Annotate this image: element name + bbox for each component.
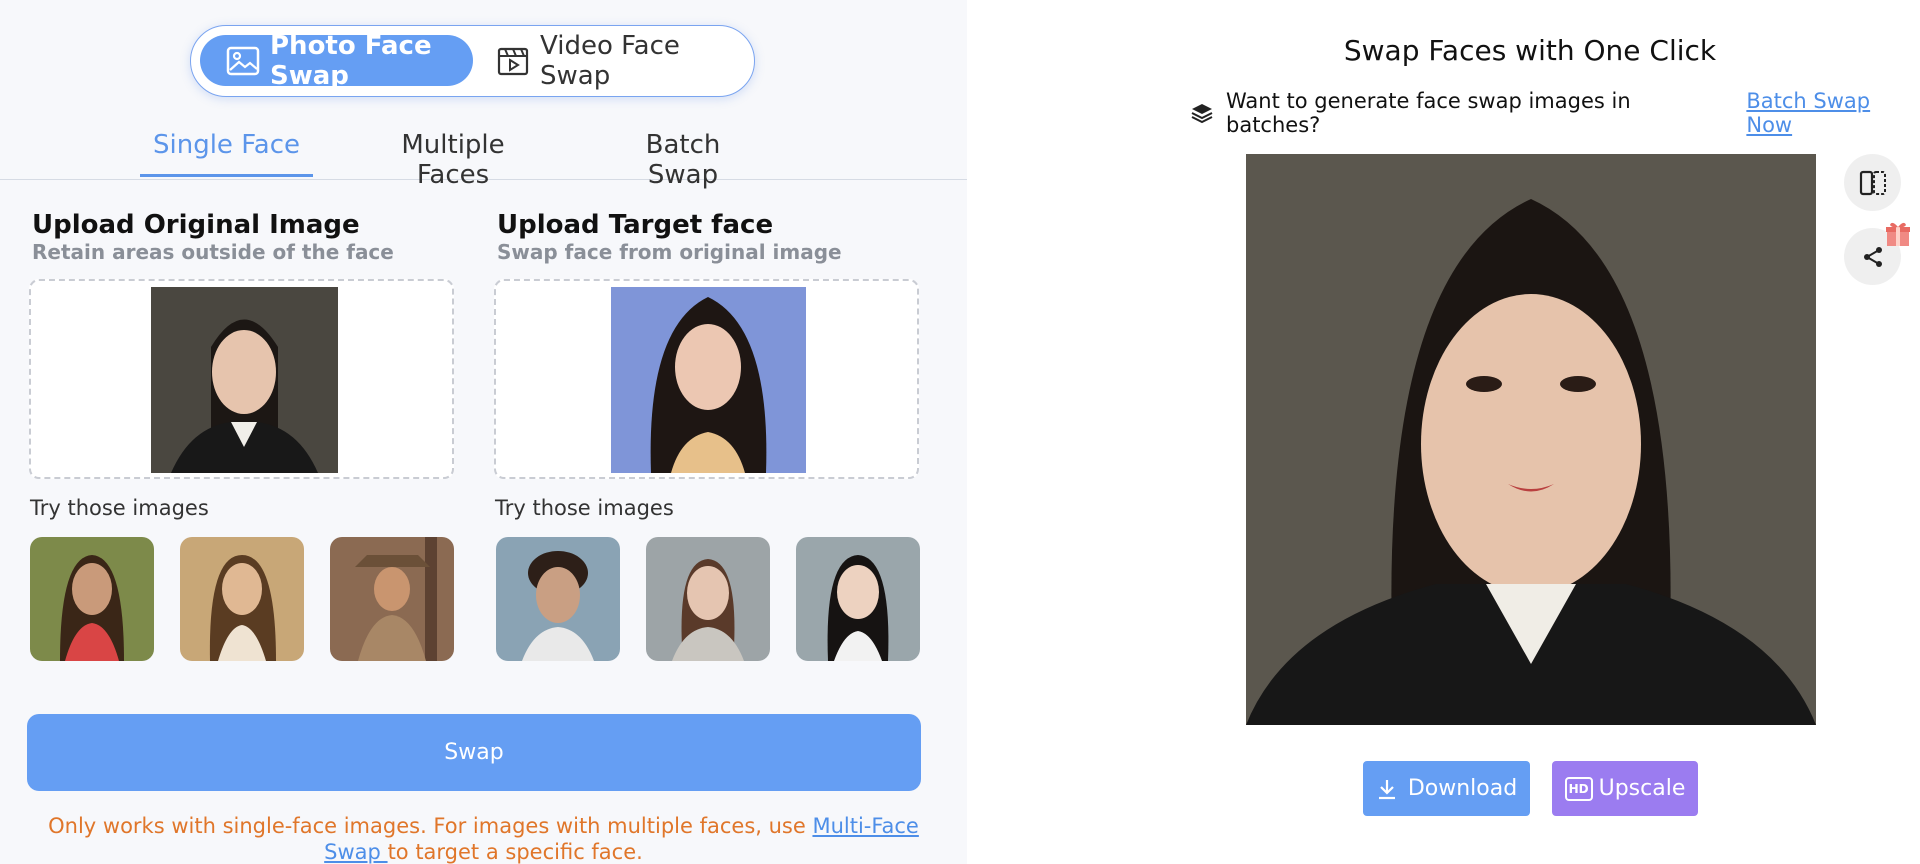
batch-promo-text: Want to generate face swap images in bat…	[1226, 89, 1631, 137]
sample-original-1[interactable]	[30, 537, 154, 661]
layers-icon	[1190, 101, 1214, 125]
photo-face-swap-button[interactable]: Photo Face Swap	[200, 31, 473, 91]
gift-icon[interactable]	[1884, 220, 1912, 248]
original-image-preview	[151, 287, 338, 473]
target-face-dropzone[interactable]	[494, 279, 919, 479]
compare-icon	[1859, 170, 1887, 196]
batch-promo: Want to generate face swap images in bat…	[1190, 89, 1920, 137]
original-try-label: Try those images	[30, 496, 209, 520]
original-image-dropzone[interactable]	[29, 279, 454, 479]
photo-face-swap-label: Photo Face Swap	[270, 30, 432, 91]
tab-single-face[interactable]: Single Face	[140, 130, 313, 177]
upscale-button[interactable]: HD Upscale	[1552, 761, 1698, 816]
result-title: Swap Faces with One Click	[1343, 34, 1717, 67]
share-icon	[1861, 245, 1885, 269]
sample-target-2[interactable]	[646, 537, 770, 661]
tab-batch-swap[interactable]: Batch Swap	[613, 130, 753, 204]
video-face-swap-label: Video Face Swap	[540, 30, 680, 91]
upload-target-title: Upload Target face	[497, 210, 774, 240]
result-image	[1246, 154, 1816, 725]
sample-original-2[interactable]	[180, 537, 304, 661]
download-button[interactable]: Download	[1363, 761, 1530, 816]
download-label: Download	[1407, 776, 1518, 801]
sample-target-3[interactable]	[796, 537, 920, 661]
sample-target-1[interactable]	[496, 537, 620, 661]
swap-button[interactable]: Swap	[27, 714, 921, 791]
sample-original-3[interactable]	[330, 537, 454, 661]
compare-button[interactable]	[1844, 154, 1901, 211]
video-clip-icon	[496, 46, 530, 76]
notice-text-after: to target a specific face.	[387, 840, 643, 864]
video-face-swap-button[interactable]: Video Face Swap	[496, 31, 746, 91]
swap-config-panel: Photo Face Swap Video Face Swap Single F…	[0, 0, 967, 864]
target-try-label: Try those images	[495, 496, 674, 520]
download-icon	[1376, 778, 1398, 800]
single-face-notice: Only works with single-face images. For …	[20, 813, 947, 864]
target-face-preview	[611, 287, 806, 473]
batch-swap-now-link[interactable]: Batch Swap Now	[1746, 89, 1920, 137]
upload-original-subtitle: Retain areas outside of the face	[32, 240, 394, 264]
image-icon	[226, 46, 260, 76]
mode-switch: Photo Face Swap Video Face Swap	[190, 25, 755, 97]
notice-text-before: Only works with single-face images. For …	[48, 814, 813, 838]
tab-multiple-faces[interactable]: Multiple Faces	[368, 130, 538, 204]
upload-original-title: Upload Original Image	[32, 210, 360, 240]
face-mode-tabs: Single Face Multiple Faces Batch Swap	[0, 118, 967, 190]
hd-icon: HD	[1564, 776, 1593, 801]
upload-target-subtitle: Swap face from original image	[497, 240, 842, 264]
upscale-label: Upscale	[1598, 776, 1686, 801]
